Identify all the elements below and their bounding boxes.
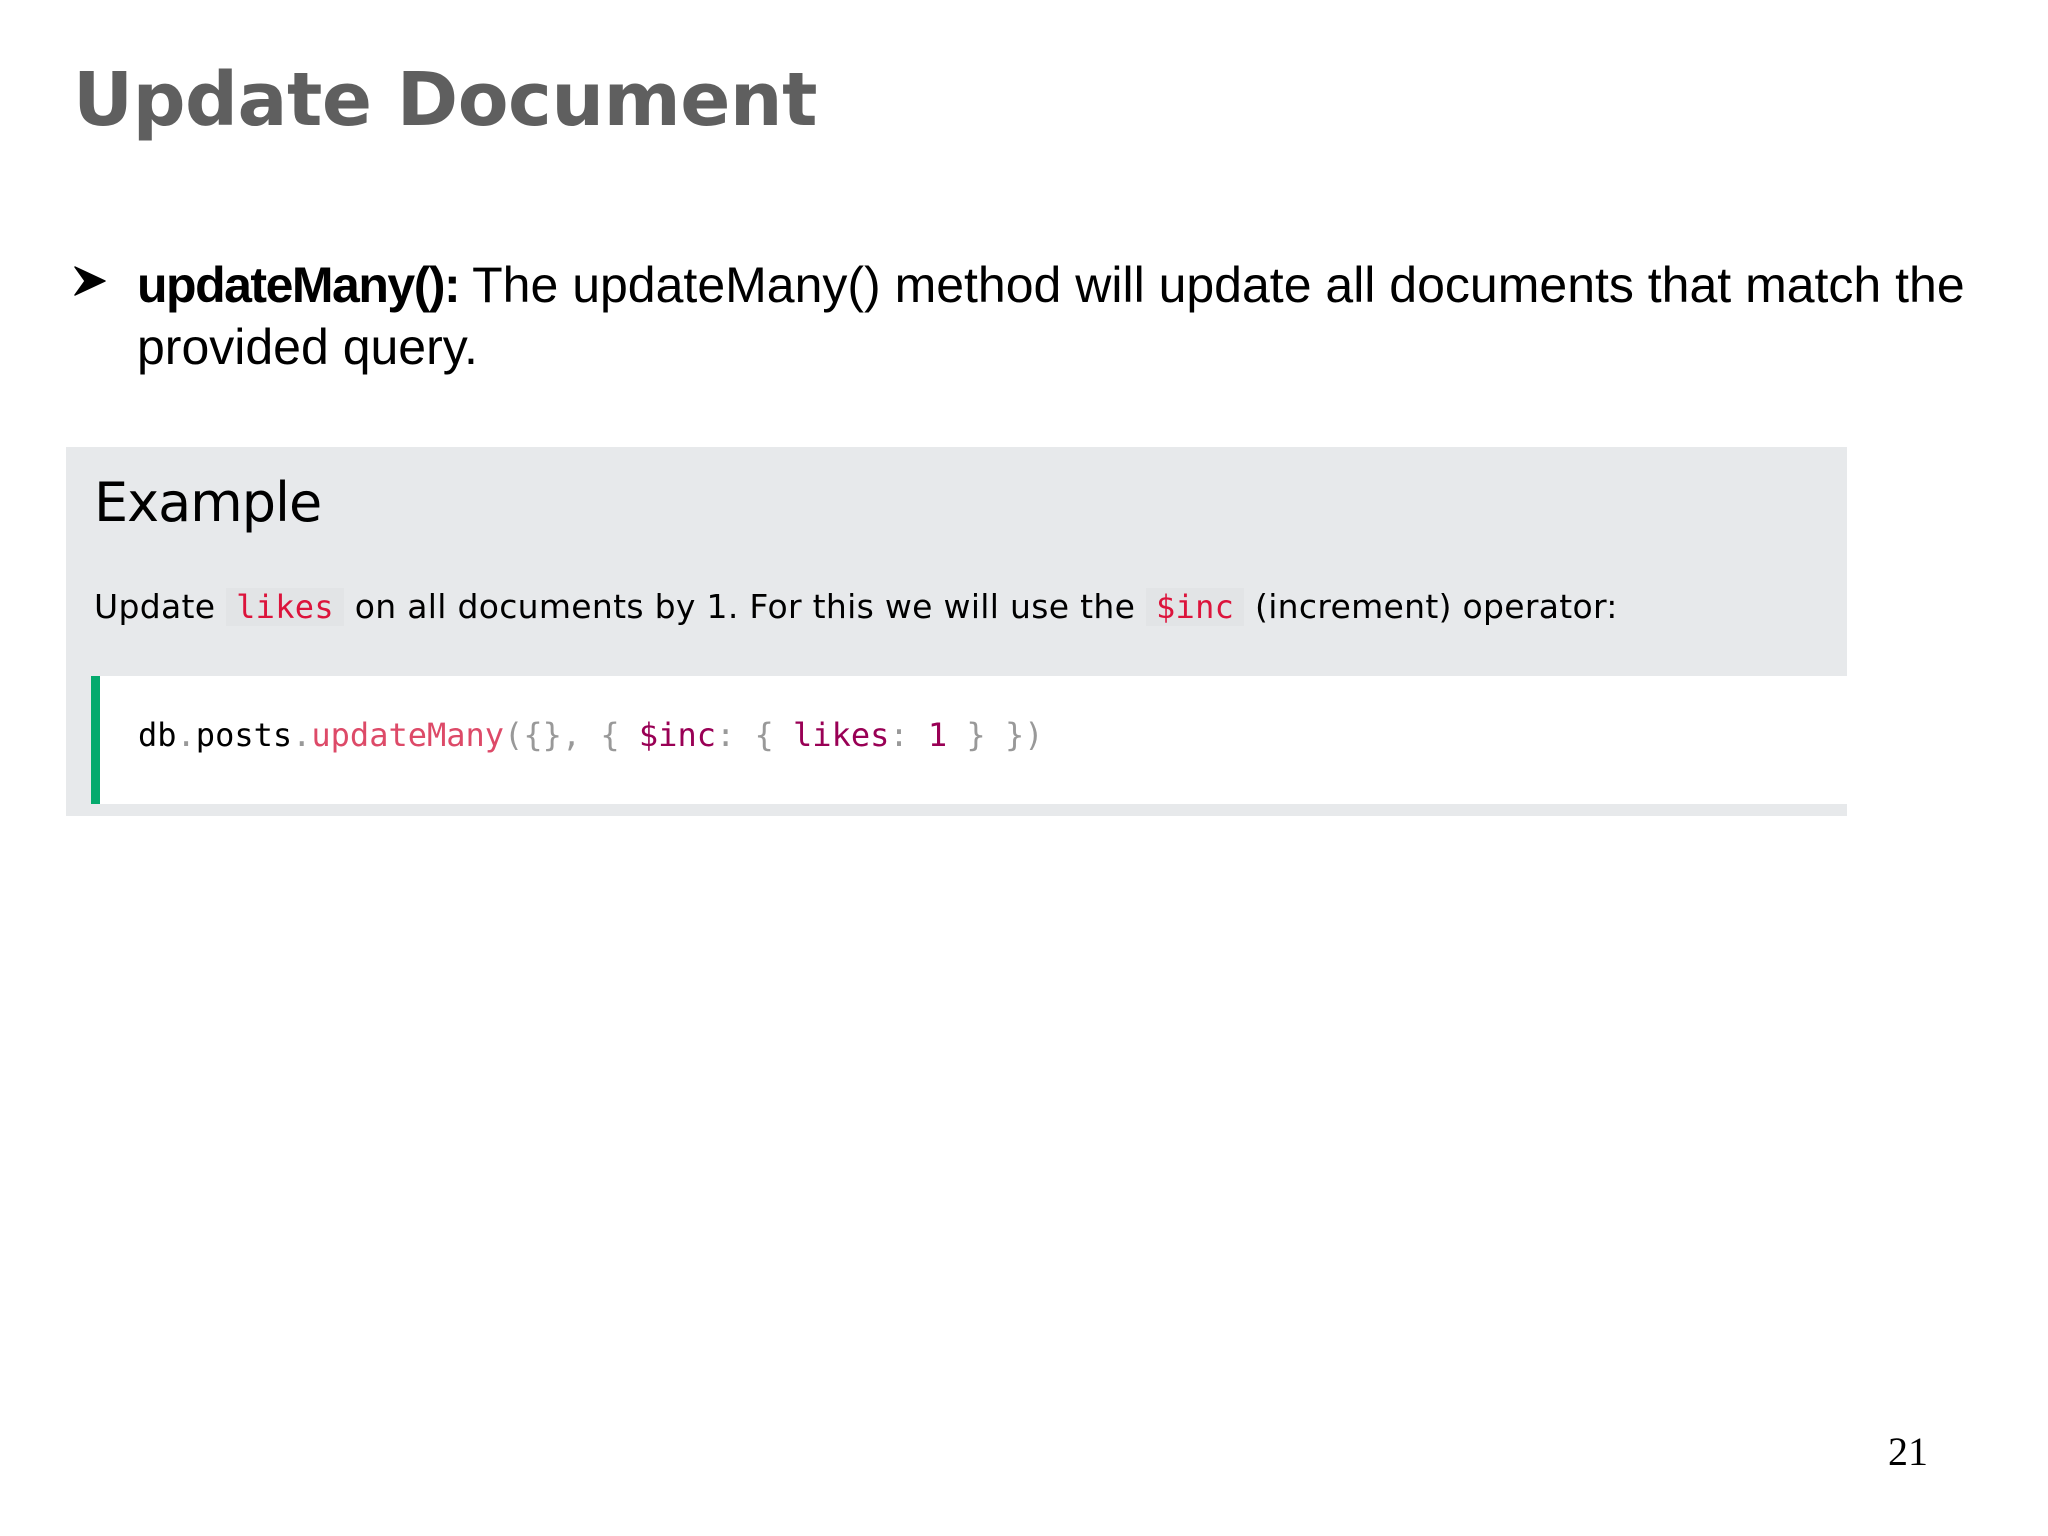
page-number: 21 bbox=[1888, 1429, 1928, 1474]
code-token: likes bbox=[793, 716, 890, 754]
code-token: : bbox=[889, 716, 928, 754]
code-token: ({}, { bbox=[504, 716, 639, 754]
desc-text: (increment) operator: bbox=[1244, 587, 1618, 626]
code-token: . bbox=[176, 716, 196, 754]
code-token: db bbox=[138, 716, 177, 754]
example-description: Update likes on all documents by 1. For … bbox=[94, 587, 1618, 626]
desc-text: on all documents by 1. For this we will … bbox=[343, 587, 1146, 626]
code-block: db.posts.updateMany({}, { $inc: { likes:… bbox=[91, 676, 1847, 804]
code-token: } }) bbox=[947, 716, 1044, 754]
slide-title: Update Document bbox=[73, 57, 817, 143]
arrow-bullet-icon bbox=[73, 254, 137, 298]
example-panel: Example Update likes on all documents by… bbox=[66, 447, 1847, 816]
inline-code-inc: $inc bbox=[1145, 588, 1245, 626]
inline-code-likes: likes bbox=[226, 588, 344, 626]
code-token: posts bbox=[195, 716, 293, 754]
bullet-term: updateMany(): bbox=[137, 257, 461, 313]
code-token: 1 bbox=[927, 716, 948, 754]
code-token: . bbox=[292, 716, 312, 754]
code-token: $inc bbox=[638, 716, 716, 754]
code-line: db.posts.updateMany({}, { $inc: { likes:… bbox=[138, 716, 1043, 754]
bullet-text: updateMany(): The updateMany() method wi… bbox=[137, 254, 1973, 378]
example-heading: Example bbox=[94, 471, 322, 534]
desc-text: Update bbox=[94, 587, 227, 626]
bullet-item: updateMany(): The updateMany() method wi… bbox=[73, 254, 1973, 378]
code-token: updateMany bbox=[311, 716, 505, 754]
code-token: : { bbox=[715, 716, 794, 754]
